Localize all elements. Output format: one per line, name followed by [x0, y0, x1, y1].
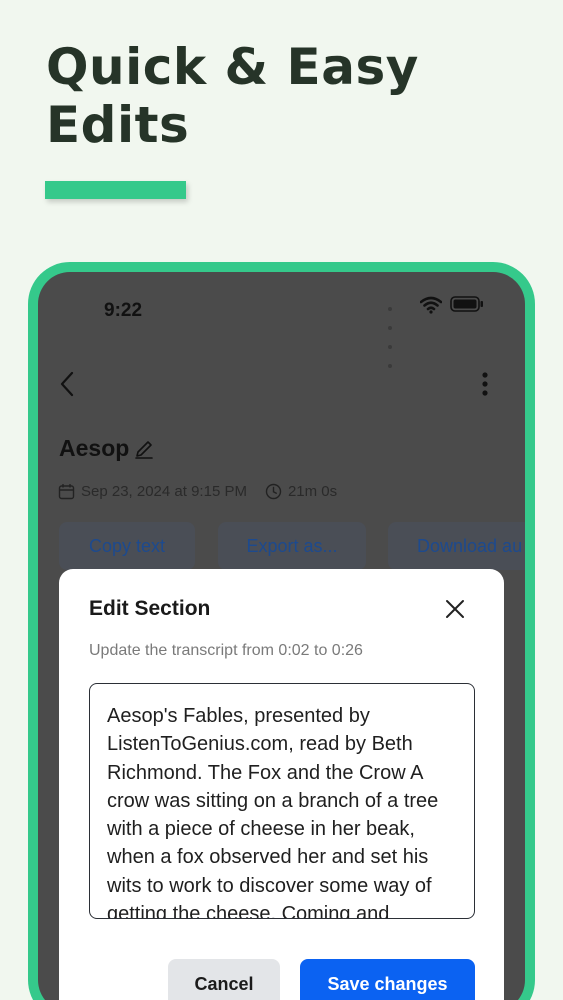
battery-icon — [450, 296, 484, 316]
clock-icon — [265, 483, 282, 500]
hero-underline-bar — [45, 181, 186, 199]
copy-text-button[interactable]: Copy text — [59, 522, 195, 570]
transcript-textarea[interactable]: Aesop's Fables, presented by ListenToGen… — [89, 683, 475, 919]
document-meta: Sep 23, 2024 at 9:15 PM 21m 0s — [58, 483, 355, 500]
cancel-button[interactable]: Cancel — [168, 959, 280, 1000]
meta-duration-text: 21m 0s — [287, 483, 338, 500]
calendar-icon — [58, 484, 75, 500]
chevron-left-icon[interactable] — [58, 370, 76, 402]
document-title: Aesop — [59, 435, 130, 461]
more-vertical-icon[interactable] — [478, 370, 492, 402]
dialog-title: Edit Section — [89, 597, 211, 620]
hero-headline-line2: Edits — [46, 96, 190, 154]
meta-duration: 21m 0s — [265, 483, 337, 500]
wifi-icon — [419, 296, 443, 318]
edit-pencil-icon[interactable] — [134, 437, 154, 463]
meta-date: Sep 23, 2024 at 9:15 PM — [58, 483, 247, 500]
meta-date-text: Sep 23, 2024 at 9:15 PM — [81, 483, 247, 500]
edit-section-dialog: Edit Section Update the transcript from … — [59, 569, 504, 1000]
hero-headline-line1: Quick & Easy — [46, 38, 419, 96]
save-changes-button[interactable]: Save changes — [300, 959, 475, 1000]
dialog-subtitle: Update the transcript from 0:02 to 0:26 — [89, 642, 363, 659]
transcript-text[interactable]: Aesop's Fables, presented by ListenToGen… — [107, 702, 467, 918]
signal-icon — [388, 296, 394, 372]
export-as-button[interactable]: Export as... — [218, 522, 366, 570]
hero-headline: Quick & Easy Edits — [46, 38, 419, 154]
status-time: 9:22 — [104, 300, 143, 321]
close-icon[interactable] — [443, 597, 467, 625]
download-audio-button[interactable]: Download au — [388, 522, 525, 570]
